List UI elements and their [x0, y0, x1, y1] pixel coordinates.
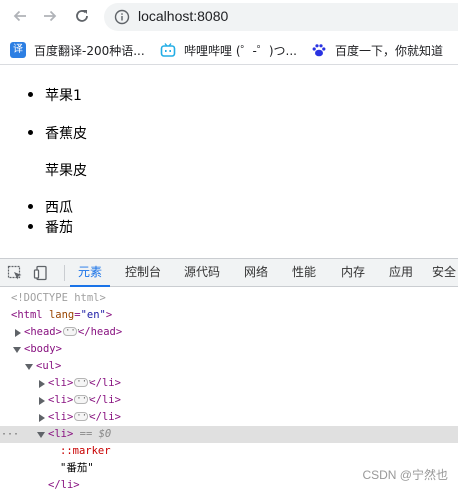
li-tag: <li> </li>: [48, 408, 121, 426]
tabbar-divider: [64, 265, 65, 281]
devtools-panel: 元素 控制台 源代码 网络 性能 内存 应用 安全 <!DOCTYPE html…: [0, 258, 458, 490]
dom-row-li-selected[interactable]: ··· <li> == $0: [0, 426, 458, 443]
ul-tag: <ul>: [36, 360, 62, 372]
tab-console[interactable]: 控制台: [119, 259, 167, 286]
back-button[interactable]: [10, 6, 30, 26]
tag-text: <li>: [48, 411, 74, 423]
text-node: "番茄": [60, 462, 94, 474]
page-content: 苹果1 香蕉皮 苹果皮 西瓜 番茄: [0, 66, 458, 258]
bookmark-label: 百度翻译-200种语...: [34, 43, 145, 58]
inspect-element-icon[interactable]: [7, 265, 23, 281]
tag-text: </li>: [89, 377, 121, 389]
li-tag: <li> == $0: [48, 426, 111, 443]
tag-text: </head>: [77, 326, 123, 338]
list-item: 番茄: [28, 217, 73, 237]
arrow-left-icon: [12, 8, 28, 24]
tag-text: <li>: [48, 377, 74, 389]
collapse-arrow-icon[interactable]: [37, 432, 45, 438]
arrow-right-icon: [42, 8, 58, 24]
collapse-arrow-icon[interactable]: [25, 364, 33, 370]
dom-row-ul[interactable]: <ul>: [0, 358, 458, 375]
info-icon[interactable]: [114, 9, 130, 29]
dom-row-head[interactable]: <head> </head>: [0, 323, 458, 341]
dom-row-li[interactable]: <li> </li>: [0, 374, 458, 392]
list-item: 苹果皮: [45, 160, 87, 180]
dom-row-body[interactable]: <body>: [0, 341, 458, 358]
list-item: 香蕉皮: [28, 123, 87, 143]
dom-row-doctype[interactable]: <!DOCTYPE html>: [0, 290, 458, 307]
dom-row-html[interactable]: <html lang="en">: [0, 307, 458, 324]
list-item-text: 西瓜: [45, 200, 73, 216]
ellipsis-icon[interactable]: [74, 374, 93, 391]
expand-arrow-icon[interactable]: [39, 414, 45, 422]
reload-button[interactable]: [72, 6, 92, 26]
more-options-icon[interactable]: ···: [1, 426, 19, 443]
list-item: 西瓜: [28, 197, 73, 217]
list-item-text: 苹果1: [45, 88, 82, 104]
tag-text: </li>: [89, 411, 121, 423]
url-text[interactable]: localhost:8080: [138, 8, 228, 24]
ellipsis-icon[interactable]: [74, 391, 93, 408]
bullet-marker: [28, 130, 33, 135]
elements-tree: <!DOCTYPE html> <html lang="en"> <head><…: [0, 288, 458, 490]
reload-icon: [74, 8, 90, 24]
bookmark-label: 百度一下，你就知道: [335, 43, 444, 58]
watermark: CSDN @宁然也: [362, 468, 448, 482]
expand-arrow-icon[interactable]: [39, 397, 45, 405]
bookmark-label: 哔哩哔哩 (゜-゜)つ...: [184, 43, 297, 58]
bookmark-baidu[interactable]: 百度一下，你就知道: [311, 41, 443, 59]
tab-performance[interactable]: 性能: [286, 259, 322, 286]
tag-text: <html: [11, 309, 43, 321]
dom-row-li[interactable]: <li> </li>: [0, 408, 458, 426]
bullet-marker: [28, 204, 33, 209]
selected-marker: == $0: [79, 428, 112, 440]
list-item: 苹果1: [28, 85, 82, 105]
baidu-paw-icon: [311, 42, 327, 58]
head-tag: <head> </head>: [24, 323, 123, 341]
tab-network[interactable]: 网络: [238, 259, 274, 286]
bullet-marker: [28, 92, 33, 97]
list-item-text: 番茄: [45, 220, 73, 236]
tag-text: </li>: [89, 394, 121, 406]
collapse-arrow-icon[interactable]: [13, 347, 21, 353]
address-bar[interactable]: localhost:8080: [104, 3, 458, 31]
device-toolbar-icon[interactable]: [33, 265, 49, 281]
bookmarks-bar: 译 百度翻译-200种语... 哔哩哔哩 (゜-゜)つ... 百度一下，你就知道: [0, 35, 458, 65]
expand-arrow-icon[interactable]: [15, 329, 21, 337]
dom-row-li[interactable]: <li> </li>: [0, 391, 458, 409]
forward-button[interactable]: [40, 6, 60, 26]
li-tag: <li> </li>: [48, 374, 121, 392]
attr-value: "en": [80, 309, 106, 321]
tag-text: <li>: [48, 428, 74, 440]
pseudo-element: ::marker: [60, 445, 111, 457]
bookmark-bilibili[interactable]: 哔哩哔哩 (゜-゜)つ...: [160, 41, 297, 59]
translate-icon: 译: [10, 42, 26, 58]
tab-security[interactable]: 安全: [432, 259, 458, 286]
tag-text: </li>: [48, 479, 80, 490]
tab-application[interactable]: 应用: [383, 259, 419, 286]
bilibili-tv-icon: [160, 42, 176, 58]
attr-name: lang: [48, 309, 75, 321]
li-tag: <li> </li>: [48, 391, 121, 409]
html-open-tag: <html lang="en">: [11, 309, 113, 321]
doctype-text: <!DOCTYPE html>: [11, 292, 106, 304]
devtools-tabbar: 元素 控制台 源代码 网络 性能 内存 应用 安全: [0, 259, 458, 287]
list-item-text: 苹果皮: [45, 163, 87, 179]
tab-memory[interactable]: 内存: [335, 259, 371, 286]
tag-text: <li>: [48, 394, 74, 406]
expand-arrow-icon[interactable]: [39, 380, 45, 388]
ellipsis-icon[interactable]: [62, 323, 81, 340]
bookmark-baidu-fanyi[interactable]: 译 百度翻译-200种语...: [10, 41, 145, 59]
body-tag: <body>: [24, 343, 62, 355]
tag-text: <head>: [24, 326, 62, 338]
list-item-text: 香蕉皮: [45, 126, 87, 142]
ellipsis-icon[interactable]: [74, 408, 93, 425]
tab-elements[interactable]: 元素: [70, 259, 110, 287]
browser-toolbar: localhost:8080: [0, 0, 458, 33]
tab-sources[interactable]: 源代码: [178, 259, 226, 286]
bullet-marker: [28, 224, 33, 229]
dom-row-pseudo[interactable]: ::marker: [0, 443, 458, 460]
